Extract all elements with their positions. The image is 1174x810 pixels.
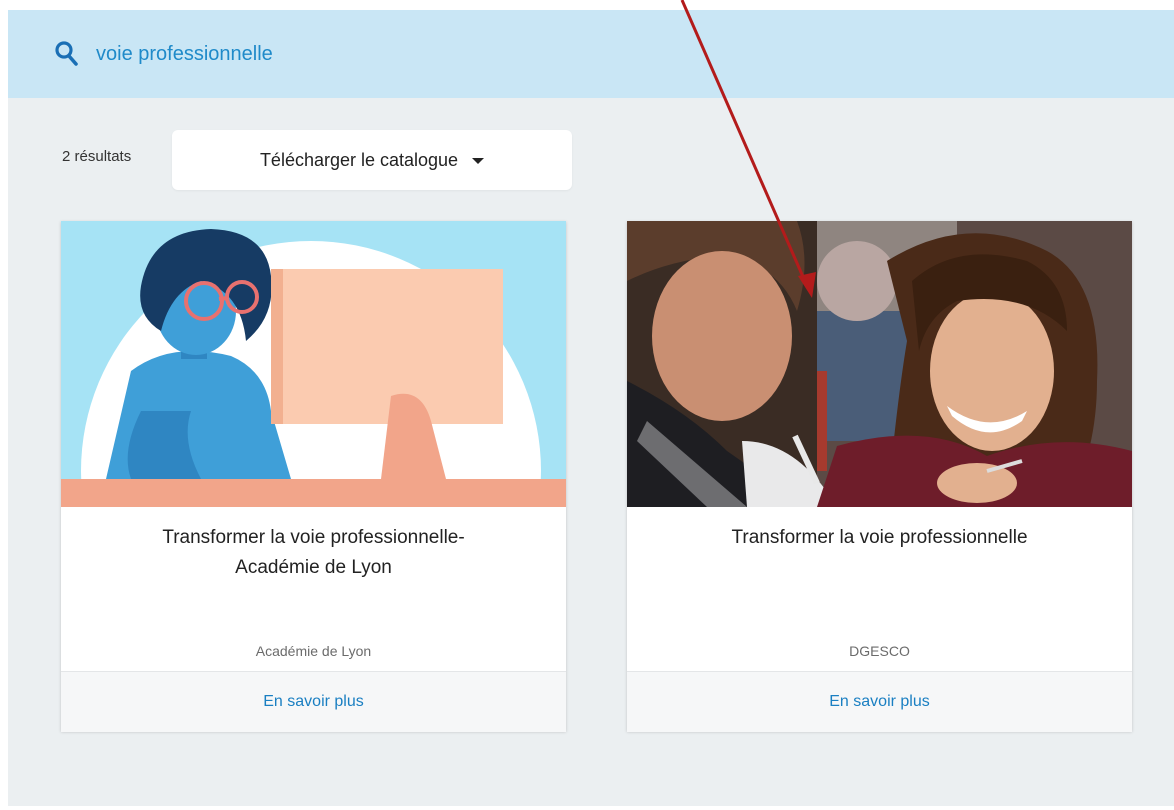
card-title-line: Transformer la voie professionnelle xyxy=(731,527,1028,548)
card-title[interactable]: Transformer la voie professionnelle- Aca… xyxy=(81,523,546,583)
results-count: 2 résultats xyxy=(62,148,132,165)
caret-down-icon xyxy=(472,158,485,164)
search-icon[interactable] xyxy=(54,40,78,66)
learn-more-link[interactable]: En savoir plus xyxy=(829,693,930,711)
card-source: Académie de Lyon xyxy=(255,643,372,659)
learn-more-link[interactable]: En savoir plus xyxy=(263,693,364,711)
search-bar[interactable]: voie professionnelle xyxy=(8,10,1174,98)
card-title[interactable]: Transformer la voie professionnelle xyxy=(647,523,1112,553)
card-title-line: Transformer la voie professionnelle- xyxy=(162,527,465,548)
page-background: voie professionnelle 2 résultats Télécha… xyxy=(8,10,1174,806)
card-image-illustration xyxy=(61,221,566,507)
card-source: DGESCO xyxy=(849,643,910,659)
card-footer: En savoir plus xyxy=(627,671,1132,732)
card-title-line: Académie de Lyon xyxy=(235,557,392,578)
search-query-text[interactable]: voie professionnelle xyxy=(96,43,273,65)
result-card[interactable]: Transformer la voie professionnelle- Aca… xyxy=(61,221,566,732)
download-catalog-button[interactable]: Télécharger le catalogue xyxy=(172,130,572,190)
illustration-person-at-computer xyxy=(61,221,566,507)
card-footer: En savoir plus xyxy=(61,671,566,732)
download-catalog-label: Télécharger le catalogue xyxy=(259,149,459,170)
photo-students-smiling xyxy=(627,221,1132,507)
result-card[interactable]: Transformer la voie professionnelle DGES… xyxy=(627,221,1132,732)
card-image-photo xyxy=(627,221,1132,507)
